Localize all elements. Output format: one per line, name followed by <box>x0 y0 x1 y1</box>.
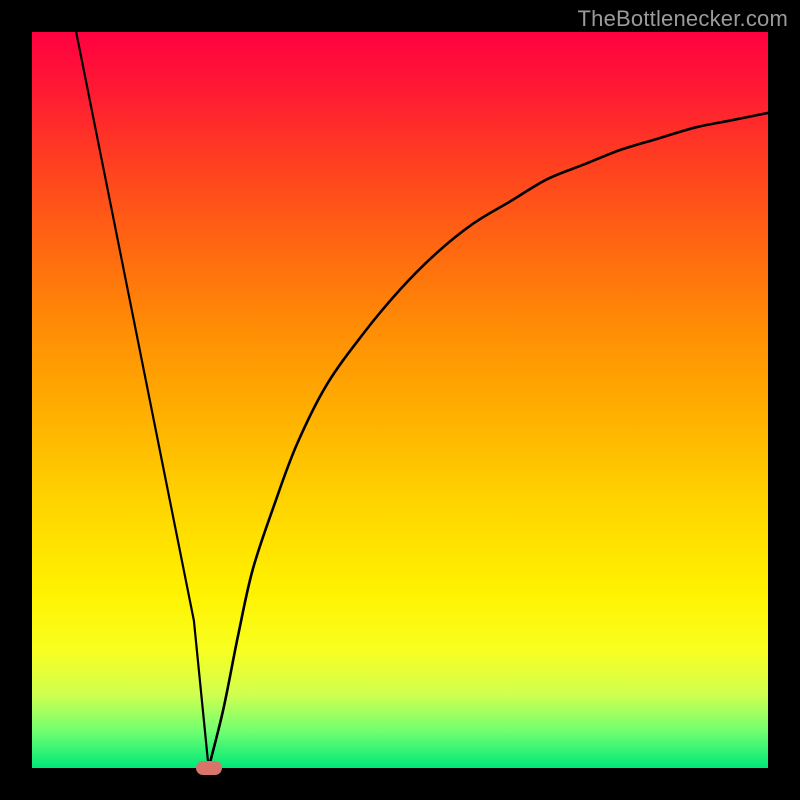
bottleneck-curve-right <box>209 113 768 768</box>
optimum-marker <box>196 761 222 775</box>
attribution-label: TheBottlenecker.com <box>578 6 788 32</box>
bottleneck-curve-left <box>76 32 208 768</box>
curve-layer <box>32 32 768 768</box>
chart-frame: TheBottlenecker.com <box>0 0 800 800</box>
plot-area <box>32 32 768 768</box>
